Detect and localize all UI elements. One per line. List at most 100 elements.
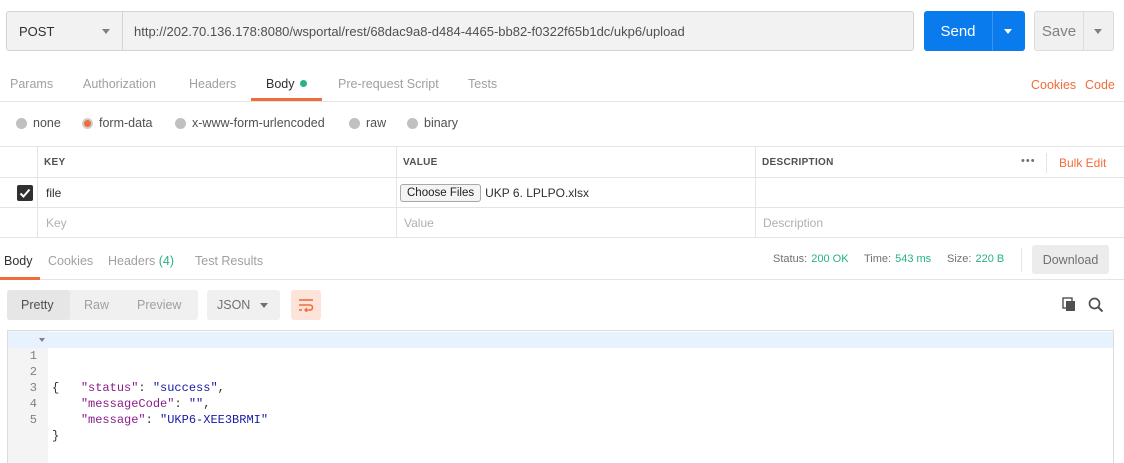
column-header-key: KEY	[37, 147, 396, 177]
code-line-2: 2 "status": "success",	[8, 348, 1113, 395]
response-active-tab-indicator	[0, 277, 40, 280]
url-input[interactable]: http://202.70.136.178:8080/wsportal/rest…	[122, 11, 914, 51]
radio-raw[interactable]: raw	[349, 116, 386, 130]
status-readout: Status: 200 OK	[773, 253, 849, 265]
format-raw-button[interactable]: Raw	[84, 298, 109, 312]
tab-tests[interactable]: Tests	[468, 77, 497, 91]
send-label: Send	[940, 22, 976, 40]
table-row-new: Key Value Description	[0, 208, 1124, 238]
new-key-input[interactable]: Key	[37, 208, 396, 237]
wrap-lines-button[interactable]	[291, 290, 321, 320]
fold-toggle-icon[interactable]	[39, 338, 45, 342]
wrap-lines-icon	[299, 299, 314, 312]
save-options-chevron-icon[interactable]	[1094, 29, 1102, 34]
status-label: Status:	[773, 253, 808, 265]
response-body-editor[interactable]: 1 { 2 "status": "success", 3 "messageCod…	[7, 330, 1114, 463]
checkmark-icon	[19, 188, 31, 198]
json-key: "message"	[80, 413, 146, 427]
new-value-input[interactable]: Value	[396, 208, 755, 237]
radio-x-www-form-urlencoded[interactable]: x-www-form-urlencoded	[175, 116, 325, 130]
radio-none[interactable]: none	[16, 116, 61, 130]
radio-form-data-label: form-data	[99, 116, 153, 130]
radio-off-icon	[407, 117, 418, 129]
chevron-down-icon	[102, 29, 110, 34]
radio-off-icon	[16, 117, 27, 129]
language-label: JSON	[217, 298, 251, 312]
response-tab-cookies[interactable]: Cookies	[48, 254, 93, 268]
active-tab-indicator	[251, 98, 322, 101]
radio-raw-label: raw	[366, 116, 387, 130]
code-line-3: 3 "messageCode": "",	[8, 364, 1113, 411]
column-header-value: VALUE	[396, 147, 755, 177]
save-label: Save	[1041, 22, 1077, 40]
row-description[interactable]	[755, 178, 1124, 207]
row-key[interactable]: file	[37, 178, 396, 207]
header-divider	[1046, 153, 1047, 173]
more-options-icon[interactable]: •••	[1021, 155, 1036, 167]
tab-pre-request-script[interactable]: Pre-request Script	[338, 77, 439, 91]
radio-binary[interactable]: binary	[407, 116, 458, 130]
method-label: POST	[19, 23, 55, 39]
language-select[interactable]: JSON	[207, 290, 280, 320]
code-line-4: 4 "message": "UKP6-XEE3BRMI"	[8, 380, 1113, 427]
code-text: }	[52, 429, 60, 443]
save-button[interactable]: Save	[1034, 11, 1114, 51]
format-preview-button[interactable]: Preview	[137, 298, 181, 312]
cookies-link[interactable]: Cookies	[1031, 78, 1076, 92]
line-number: 5	[29, 413, 37, 427]
format-toggle-group: Pretty Raw Preview	[7, 290, 198, 320]
size-value: 220 B	[975, 253, 1005, 265]
tab-params[interactable]: Params	[10, 77, 53, 91]
time-value: 543 ms	[895, 253, 932, 265]
send-options-chevron-icon[interactable]	[1004, 29, 1012, 34]
request-tabs: Params Authorization Headers Body Pre-re…	[0, 66, 1124, 102]
radio-off-icon	[175, 117, 186, 129]
radio-binary-label: binary	[424, 116, 459, 130]
send-button[interactable]: Send	[924, 11, 1025, 51]
code-text: "message": "UKP6-XEE3BRMI"	[80, 413, 269, 427]
radio-on-icon	[82, 117, 93, 129]
tab-headers[interactable]: Headers	[189, 77, 236, 91]
row-enabled-checkbox[interactable]	[17, 185, 33, 201]
headers-count: (4)	[158, 254, 175, 268]
selected-file-name: UKP 6. LPLPO.xlsx	[485, 185, 589, 200]
body-type-selector: none form-data x-www-form-urlencoded raw…	[0, 110, 1124, 136]
choose-files-button[interactable]: Choose Files	[400, 183, 482, 202]
time-readout: Time: 543 ms	[864, 253, 931, 265]
radio-off-icon	[349, 117, 360, 129]
bulk-edit-link[interactable]: Bulk Edit	[1059, 156, 1106, 170]
table-row: file Choose Files UKP 6. LPLPO.xlsx	[0, 178, 1124, 208]
response-tab-body[interactable]: Body	[4, 254, 33, 268]
tab-body[interactable]: Body	[266, 77, 307, 91]
copy-icon[interactable]	[1062, 297, 1077, 315]
search-icon[interactable]	[1088, 297, 1104, 316]
new-description-input[interactable]: Description	[755, 208, 1124, 237]
json-value: "UKP6-XEE3BRMI"	[160, 413, 269, 427]
time-label: Time:	[864, 253, 892, 265]
save-divider	[1083, 12, 1084, 50]
tab-body-label: Body	[266, 77, 295, 91]
tab-authorization[interactable]: Authorization	[83, 77, 156, 91]
chevron-down-icon	[260, 303, 268, 308]
code-line-1: 1 {	[8, 332, 1113, 395]
response-tab-headers-label: Headers	[108, 254, 156, 268]
status-value: 200 OK	[811, 253, 849, 265]
status-divider	[1021, 248, 1022, 272]
code-link[interactable]: Code	[1085, 78, 1115, 92]
method-select[interactable]: POST	[6, 11, 123, 51]
radio-none-label: none	[33, 116, 61, 130]
send-divider	[992, 11, 993, 51]
response-tab-test-results[interactable]: Test Results	[195, 254, 263, 268]
response-tabs: Body Cookies Headers (4) Test Results St…	[0, 240, 1124, 280]
size-label: Size:	[947, 253, 972, 265]
response-tab-headers[interactable]: Headers (4)	[108, 254, 174, 268]
radio-form-data[interactable]: form-data	[82, 116, 153, 130]
download-button[interactable]: Download	[1032, 245, 1109, 274]
body-indicator-dot	[299, 80, 307, 87]
format-pretty-button[interactable]: Pretty	[21, 298, 54, 312]
code-line-5: 5 }	[8, 396, 1113, 443]
row-value: Choose Files UKP 6. LPLPO.xlsx	[396, 178, 755, 207]
radio-urlencoded-label: x-www-form-urlencoded	[192, 116, 325, 130]
size-readout: Size: 220 B	[947, 253, 1004, 265]
table-header-row: KEY VALUE DESCRIPTION ••• Bulk Edit	[0, 146, 1124, 178]
